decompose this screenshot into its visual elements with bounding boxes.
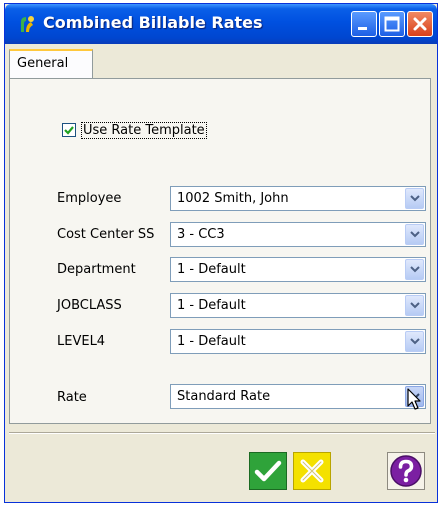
rate-label: Rate	[57, 390, 87, 405]
chevron-down-icon	[410, 231, 420, 238]
cost-center-dropdown-button[interactable]	[405, 224, 424, 245]
dialog-window: Combined Billable Rates General Use Rate…	[4, 3, 438, 503]
minimize-icon	[358, 27, 367, 30]
tab-general[interactable]: General	[9, 49, 93, 79]
maximize-icon	[384, 16, 400, 32]
question-mark-icon	[387, 452, 425, 490]
cancel-button[interactable]	[293, 452, 331, 490]
minimize-button[interactable]	[351, 11, 377, 37]
cost-center-select[interactable]: 3 - CC3	[170, 222, 426, 247]
x-icon	[293, 452, 331, 490]
close-button[interactable]	[407, 11, 433, 37]
tab-general-label: General	[17, 56, 69, 71]
title-bar[interactable]: Combined Billable Rates	[5, 4, 437, 44]
chevron-down-icon	[410, 195, 420, 202]
cost-center-label: Cost Center SS	[57, 227, 155, 242]
mouse-cursor-icon	[407, 388, 421, 410]
rate-select[interactable]: Standard Rate	[170, 384, 426, 409]
employee-dropdown-button[interactable]	[405, 188, 424, 209]
app-icon	[17, 14, 37, 34]
use-rate-template-checkbox[interactable]	[62, 123, 76, 137]
department-label: Department	[57, 262, 136, 277]
window-title: Combined Billable Rates	[43, 13, 263, 32]
footer-separator	[9, 432, 435, 434]
jobclass-value: 1 - Default	[177, 298, 246, 313]
use-rate-template-label[interactable]: Use Rate Template	[81, 122, 207, 139]
jobclass-select[interactable]: 1 - Default	[170, 293, 426, 318]
maximize-button[interactable]	[379, 11, 405, 37]
chevron-down-icon	[410, 338, 420, 345]
help-button[interactable]	[387, 452, 425, 490]
level4-label: LEVEL4	[57, 334, 106, 349]
checkmark-icon	[249, 452, 287, 490]
employee-select[interactable]: 1002 Smith, John	[170, 186, 426, 211]
level4-dropdown-button[interactable]	[405, 331, 424, 352]
ok-button[interactable]	[249, 452, 287, 490]
chevron-down-icon	[410, 266, 420, 273]
jobclass-label: JOBCLASS	[57, 298, 122, 313]
level4-select[interactable]: 1 - Default	[170, 329, 426, 354]
cost-center-value: 3 - CC3	[177, 227, 225, 242]
chevron-down-icon	[410, 302, 420, 309]
rate-value: Standard Rate	[177, 389, 271, 404]
department-dropdown-button[interactable]	[405, 259, 424, 280]
jobclass-dropdown-button[interactable]	[405, 295, 424, 316]
employee-label: Employee	[57, 191, 122, 206]
close-icon	[413, 17, 427, 31]
department-select[interactable]: 1 - Default	[170, 257, 426, 282]
employee-value: 1002 Smith, John	[177, 191, 289, 206]
department-value: 1 - Default	[177, 262, 246, 277]
level4-value: 1 - Default	[177, 334, 246, 349]
checkmark-icon	[64, 126, 74, 135]
